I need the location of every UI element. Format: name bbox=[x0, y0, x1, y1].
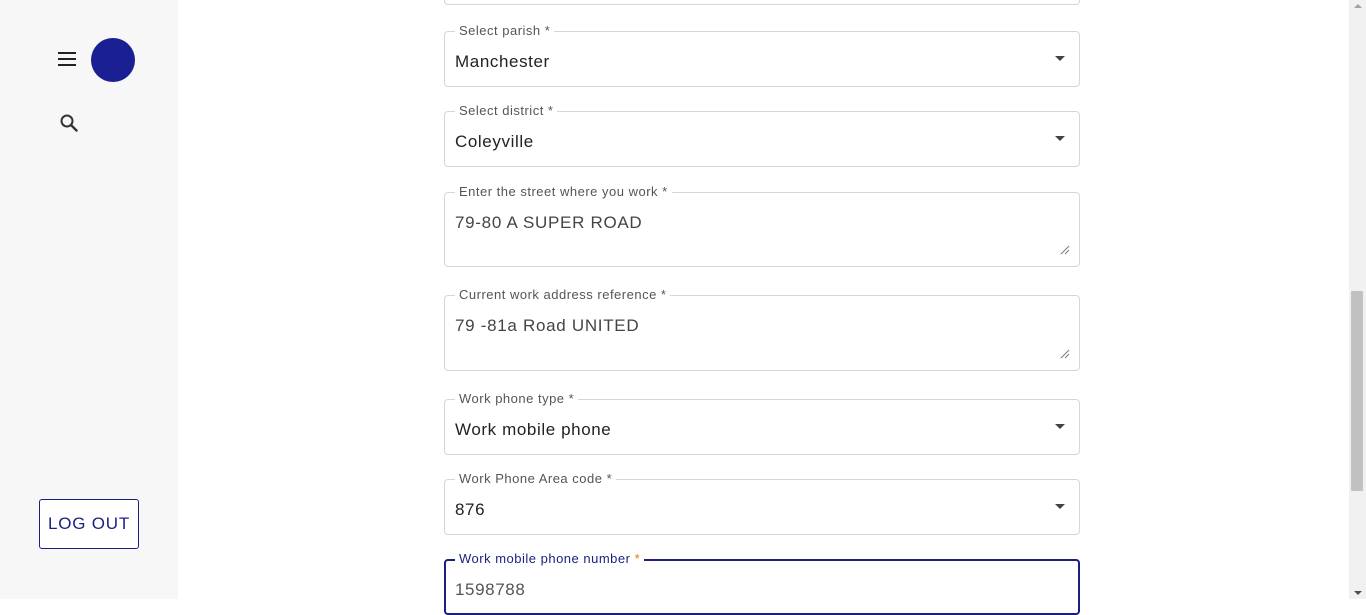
work-mobile-number-input[interactable]: Work mobile phone number * 1598788 bbox=[444, 551, 1080, 615]
logout-button[interactable]: LOG OUT bbox=[39, 499, 139, 549]
work-street-label: Enter the street where you work * bbox=[455, 184, 672, 200]
scroll-down-arrow-icon[interactable] bbox=[1354, 591, 1362, 595]
scrollbar[interactable] bbox=[1349, 0, 1366, 599]
work-address-reference-textarea[interactable]: Current work address reference * 79 -81a… bbox=[444, 287, 1080, 371]
work-phone-area-code-label: Work Phone Area code * bbox=[455, 471, 617, 487]
chevron-down-icon bbox=[1055, 136, 1065, 141]
work-phone-type-value: Work mobile phone bbox=[455, 420, 612, 439]
district-select-value: Coleyville bbox=[455, 132, 534, 151]
work-phone-type-label: Work phone type * bbox=[455, 391, 579, 407]
work-address-reference-value: 79 -81a Road UNITED bbox=[455, 316, 640, 335]
avatar[interactable] bbox=[91, 38, 135, 82]
work-phone-area-code-value: 876 bbox=[455, 500, 486, 519]
district-select-label: Select district * bbox=[455, 103, 558, 119]
required-asterisk: * bbox=[634, 551, 641, 566]
chevron-down-icon bbox=[1055, 424, 1065, 429]
work-street-textarea[interactable]: Enter the street where you work * 79-80 … bbox=[444, 184, 1080, 267]
chevron-down-icon bbox=[1055, 56, 1065, 61]
parish-select[interactable]: Select parish * Manchester bbox=[444, 23, 1080, 87]
scrollbar-thumb[interactable] bbox=[1351, 291, 1363, 491]
work-address-reference-label: Current work address reference * bbox=[455, 287, 671, 303]
scroll-up-arrow-icon[interactable] bbox=[1354, 4, 1362, 8]
work-phone-type-select[interactable]: Work phone type * Work mobile phone bbox=[444, 391, 1080, 455]
work-mobile-number-label: Work mobile phone number * bbox=[455, 551, 645, 567]
work-street-value: 79-80 A SUPER ROAD bbox=[455, 213, 643, 232]
parish-select-label: Select parish * bbox=[455, 23, 555, 39]
district-select[interactable]: Select district * Coleyville bbox=[444, 103, 1080, 167]
parish-select-value: Manchester bbox=[455, 52, 550, 71]
work-phone-area-code-select[interactable]: Work Phone Area code * 876 bbox=[444, 471, 1080, 535]
search-icon[interactable] bbox=[58, 112, 80, 134]
previous-field[interactable] bbox=[444, 0, 1080, 5]
sidebar: LOG OUT bbox=[0, 0, 178, 599]
resize-handle-icon[interactable] bbox=[1060, 349, 1070, 359]
resize-handle-icon[interactable] bbox=[1060, 245, 1070, 255]
work-mobile-number-value: 1598788 bbox=[455, 580, 526, 599]
chevron-down-icon bbox=[1055, 504, 1065, 509]
hamburger-menu-icon[interactable] bbox=[56, 49, 78, 69]
